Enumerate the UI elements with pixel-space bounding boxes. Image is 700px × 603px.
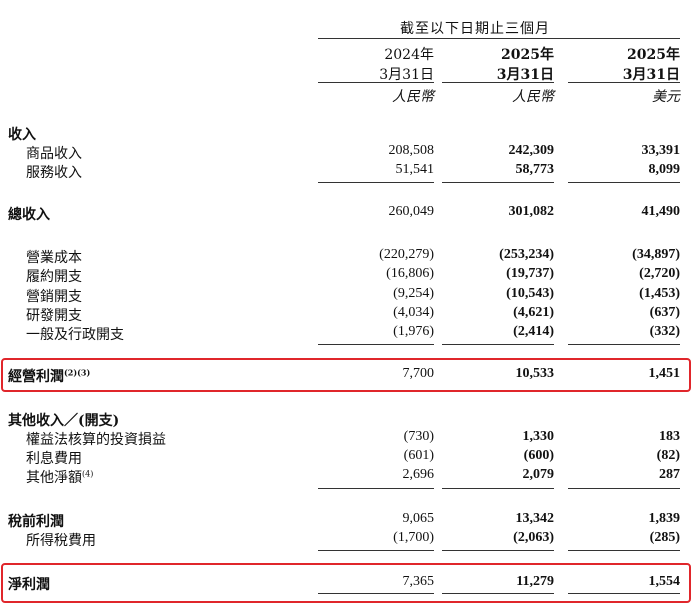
col3-header-rule [568, 82, 680, 83]
services-label: 服務收入 [26, 165, 82, 181]
operating-profit-highlight [1, 358, 691, 392]
tax-usd: (285) [649, 530, 680, 545]
expense-rule-2 [442, 344, 554, 345]
other-rule-3 [568, 488, 680, 489]
goods-usd: 33,391 [641, 143, 681, 158]
marketing-usd: (1,453) [639, 286, 680, 301]
col1-year: 2024年 [384, 47, 434, 63]
net-profit-label: 淨利潤 [8, 577, 50, 593]
ga-2024: (1,976) [393, 324, 434, 339]
revenue-heading: 收入 [8, 127, 36, 143]
tax-2025: (2,063) [513, 530, 554, 545]
services-2024: 51,541 [395, 162, 435, 177]
fulfillment-usd: (2,720) [639, 266, 680, 281]
total-revenue-usd: 41,490 [641, 204, 681, 219]
pretax-usd: 1,839 [648, 511, 681, 526]
other-net-2025: 2,079 [522, 467, 555, 482]
fulfillment-2024: (16,806) [386, 266, 434, 281]
other-net-text: 其他淨額 [26, 470, 82, 486]
net-profit-double-rule-3 [568, 593, 680, 594]
period-title: 截至以下日期止三個月 [400, 21, 550, 37]
net-profit-double-rule-2 [442, 593, 554, 594]
col3-currency: 美元 [652, 89, 680, 105]
pretax-2024: 9,065 [402, 511, 435, 526]
other-net-note: (4) [82, 469, 94, 479]
goods-label: 商品收入 [26, 146, 82, 162]
tax-2024: (1,700) [393, 530, 434, 545]
operating-profit-label: 經營利潤(2)(3) [8, 366, 90, 386]
ga-usd: (332) [649, 324, 680, 339]
col2-header-rule [442, 82, 554, 83]
interest-2024: (601) [403, 448, 434, 463]
operating-profit-text: 經營利潤 [8, 369, 64, 385]
operating-profit-2025: 10,533 [515, 366, 555, 381]
operating-profit-note: (2)(3) [64, 367, 91, 378]
revenue-rule-3 [568, 182, 680, 183]
net-profit-double-rule-1 [318, 593, 434, 594]
marketing-label: 營銷開支 [26, 289, 82, 305]
col3-date: 3月31日 [622, 67, 680, 83]
fulfillment-label: 履約開支 [26, 269, 82, 285]
marketing-2025: (10,543) [506, 286, 554, 301]
goods-2024: 208,508 [388, 143, 435, 158]
other-rule-1 [318, 488, 434, 489]
tax-rule-2 [442, 550, 554, 551]
net-profit-highlight [1, 563, 691, 603]
other-net-usd: 287 [659, 467, 680, 482]
cost-2025: (253,234) [499, 247, 554, 262]
total-revenue-label: 總收入 [8, 207, 50, 223]
tax-rule-3 [568, 550, 680, 551]
revenue-rule-1 [318, 182, 434, 183]
expense-rule-1 [318, 344, 434, 345]
col1-currency: 人民幣 [392, 89, 434, 105]
equity-2025: 1,330 [522, 429, 555, 444]
total-revenue-2025: 301,082 [508, 204, 555, 219]
tax-label: 所得稅費用 [26, 533, 96, 549]
cost-usd: (34,897) [632, 247, 680, 262]
header-rule [318, 38, 680, 39]
ga-label: 一般及行政開支 [26, 327, 124, 343]
col2-currency: 人民幣 [512, 89, 554, 105]
total-revenue-2024: 260,049 [388, 204, 435, 219]
rnd-2025: (4,621) [513, 305, 554, 320]
interest-label: 利息費用 [26, 451, 82, 467]
services-usd: 8,099 [648, 162, 681, 177]
marketing-2024: (9,254) [393, 286, 434, 301]
col2-year: 2025年 [501, 47, 554, 63]
pretax-2025: 13,342 [515, 511, 555, 526]
col1-date: 3月31日 [379, 67, 434, 83]
operating-profit-2024: 7,700 [402, 366, 435, 381]
rnd-label: 研發開支 [26, 308, 82, 324]
net-profit-2024: 7,365 [402, 574, 435, 589]
cost-2024: (220,279) [379, 247, 434, 262]
net-profit-2025: 11,279 [516, 574, 554, 589]
other-rule-2 [442, 488, 554, 489]
equity-2024: (730) [403, 429, 434, 444]
tax-rule-1 [318, 550, 434, 551]
cost-label: 營業成本 [26, 250, 82, 266]
net-profit-usd: 1,554 [648, 574, 681, 589]
pretax-label: 稅前利潤 [8, 514, 64, 530]
other-heading: 其他收入／(開支) [8, 413, 120, 429]
rnd-usd: (637) [649, 305, 680, 320]
ga-2025: (2,414) [513, 324, 554, 339]
expense-rule-3 [568, 344, 680, 345]
interest-usd: (82) [656, 448, 680, 463]
operating-profit-usd: 1,451 [648, 366, 681, 381]
col3-year: 2025年 [627, 47, 680, 63]
col2-date: 3月31日 [496, 67, 554, 83]
revenue-rule-2 [442, 182, 554, 183]
services-2025: 58,773 [515, 162, 555, 177]
equity-usd: 183 [659, 429, 680, 444]
col1-header-rule [318, 82, 434, 83]
other-net-label: 其他淨額(4) [26, 467, 93, 487]
interest-2025: (600) [523, 448, 554, 463]
equity-label: 權益法核算的投資損益 [26, 432, 166, 448]
other-net-2024: 2,696 [402, 467, 435, 482]
goods-2025: 242,309 [508, 143, 555, 158]
rnd-2024: (4,034) [393, 305, 434, 320]
fulfillment-2025: (19,737) [506, 266, 554, 281]
